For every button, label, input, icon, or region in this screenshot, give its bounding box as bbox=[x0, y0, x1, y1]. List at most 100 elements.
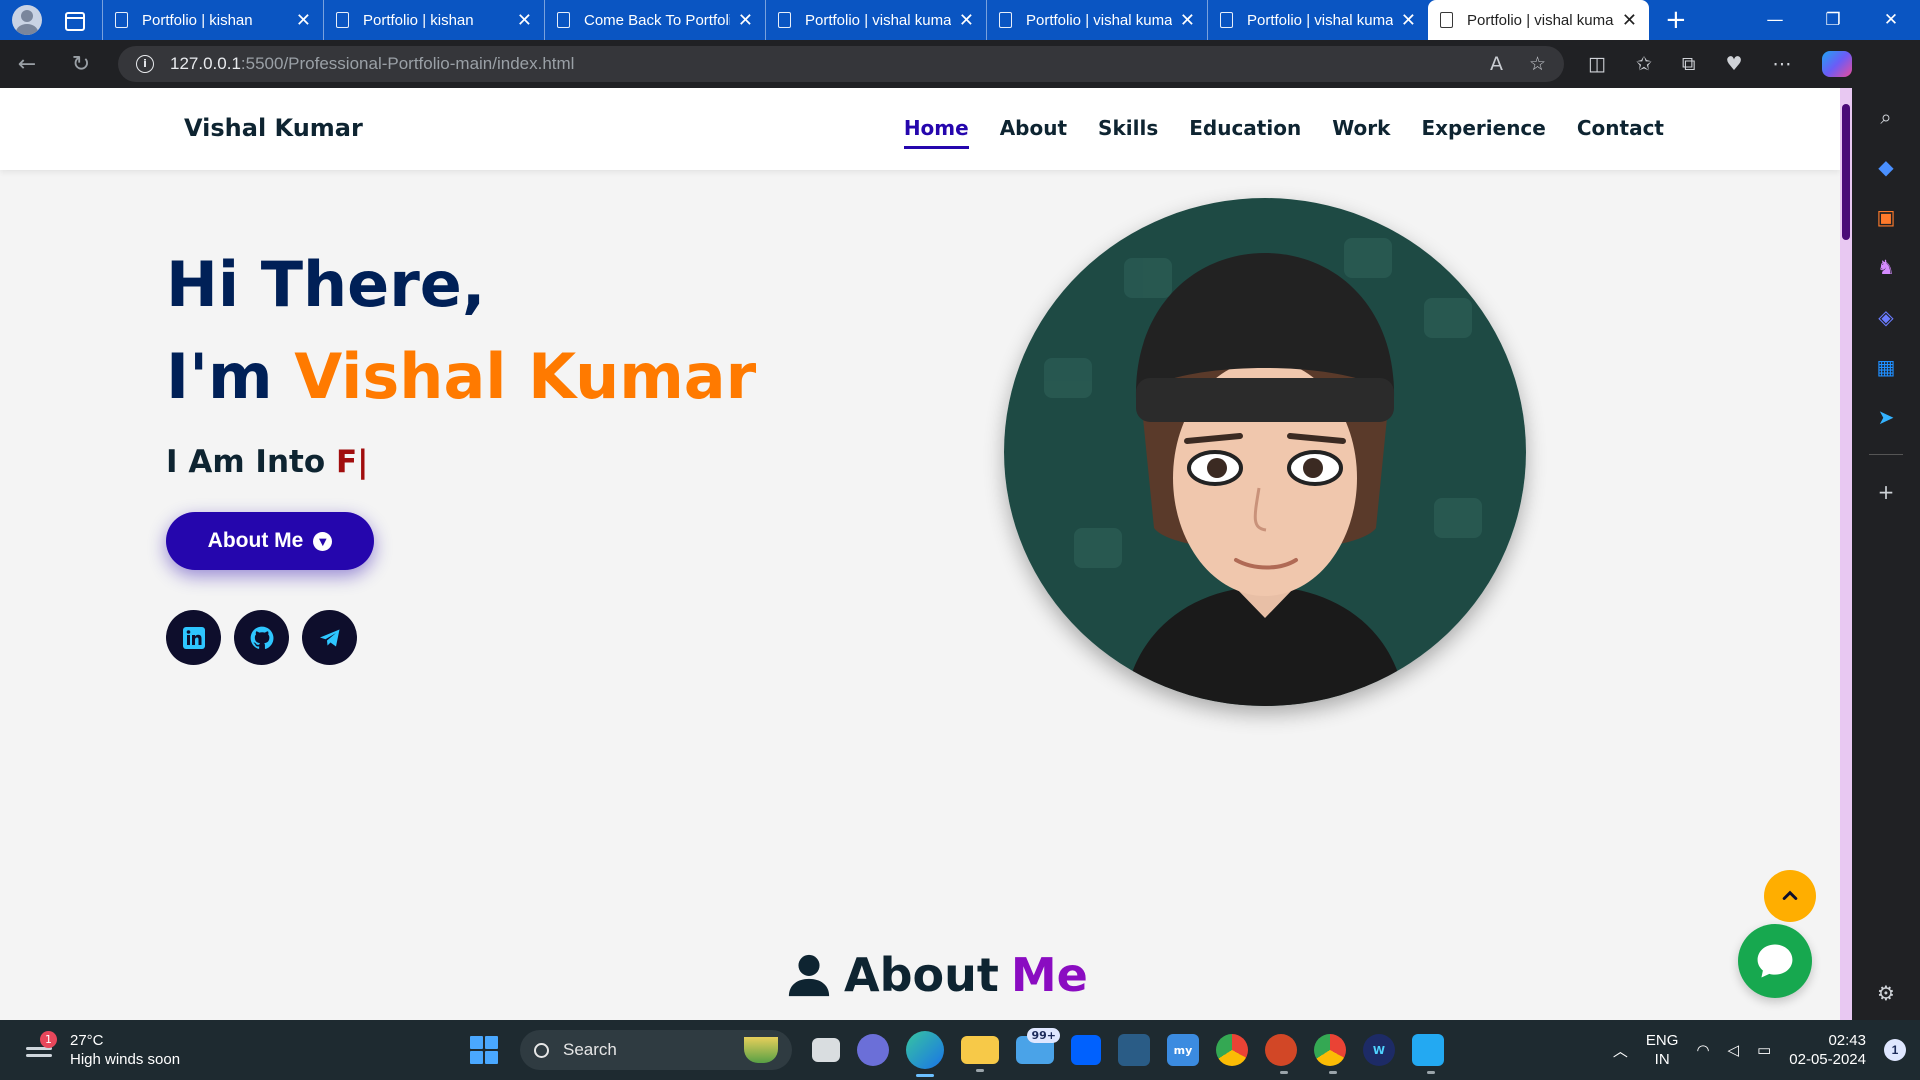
weather-badge: 1 bbox=[40, 1031, 57, 1048]
page-icon bbox=[1440, 12, 1453, 28]
settings-gear-icon[interactable]: ⚙ bbox=[1873, 980, 1899, 1006]
send-icon[interactable]: ➤ bbox=[1873, 404, 1899, 430]
outlook-icon[interactable]: ▦ bbox=[1873, 354, 1899, 380]
task-view-icon[interactable] bbox=[812, 1038, 840, 1062]
myhp-icon[interactable]: my bbox=[1167, 1034, 1199, 1066]
browser-tab[interactable]: Portfolio | kishan ✕ bbox=[102, 0, 323, 40]
copilot-icon[interactable] bbox=[1821, 51, 1852, 77]
scroll-to-top-button[interactable] bbox=[1764, 870, 1816, 922]
web-page: Vishal Kumar Home About Skills Education… bbox=[0, 88, 1840, 1020]
close-tab-icon[interactable]: ✕ bbox=[1180, 10, 1195, 31]
hero-name: Vishal Kumar bbox=[294, 340, 757, 413]
browser-tab[interactable]: Come Back To Portfolio ✕ bbox=[544, 0, 765, 40]
github-icon[interactable] bbox=[234, 610, 289, 665]
back-icon[interactable]: ← bbox=[0, 52, 54, 77]
battery-icon[interactable]: ▭ bbox=[1757, 1041, 1771, 1059]
restore-icon[interactable]: ❐ bbox=[1804, 10, 1862, 30]
notification-badge[interactable]: 1 bbox=[1884, 1039, 1906, 1061]
close-tab-icon[interactable]: ✕ bbox=[1622, 10, 1637, 31]
chat-widget-button[interactable] bbox=[1738, 924, 1812, 998]
about-me-button[interactable]: About Me ▼ bbox=[166, 512, 374, 570]
chrome-profile-icon[interactable] bbox=[1314, 1034, 1346, 1074]
language-indicator[interactable]: ENG IN bbox=[1646, 1031, 1679, 1069]
volume-icon[interactable]: ◁ bbox=[1728, 1041, 1740, 1059]
shopping-tag-icon[interactable]: ◆ bbox=[1873, 154, 1899, 180]
collections-icon[interactable]: ⧉ bbox=[1682, 53, 1696, 75]
browser-toolbar: ◫ ✩ ⧉ ♥ ⋯ bbox=[1588, 53, 1792, 75]
scrollbar-thumb[interactable] bbox=[1842, 104, 1850, 240]
browser-tab-active[interactable]: Portfolio | vishal kumar ✕ bbox=[1428, 0, 1649, 40]
close-tab-icon[interactable]: ✕ bbox=[1401, 10, 1416, 31]
webex-icon[interactable]: W bbox=[1363, 1034, 1395, 1066]
about-section-title: About Me bbox=[786, 948, 1088, 1002]
new-tab-icon[interactable]: + bbox=[1665, 5, 1687, 35]
read-aloud-icon[interactable]: A bbox=[1490, 53, 1503, 75]
dropbox-icon[interactable] bbox=[1071, 1035, 1101, 1065]
tools-icon[interactable]: ▣ bbox=[1873, 204, 1899, 230]
page-icon bbox=[557, 12, 570, 28]
vscode-icon[interactable] bbox=[1412, 1034, 1444, 1074]
tab-actions-icon[interactable] bbox=[62, 8, 86, 32]
telegram-icon[interactable] bbox=[302, 610, 357, 665]
chat-bubble-icon bbox=[1757, 944, 1793, 978]
url-field[interactable]: i 127.0.0.1:5500/Professional-Portfolio-… bbox=[118, 46, 1564, 82]
browser-tab-strip: Portfolio | kishan ✕ Portfolio | kishan ✕ … bbox=[0, 0, 1920, 40]
windows-start-icon[interactable] bbox=[470, 1036, 498, 1064]
games-icon[interactable]: ♞ bbox=[1873, 254, 1899, 280]
social-links bbox=[166, 610, 357, 665]
file-explorer-icon[interactable] bbox=[961, 1036, 999, 1072]
powerpoint-icon[interactable] bbox=[1265, 1034, 1297, 1074]
nav-contact[interactable]: Contact bbox=[1577, 116, 1664, 149]
site-brand[interactable]: Vishal Kumar bbox=[184, 114, 363, 142]
tab-title: Portfolio | vishal kumar bbox=[1247, 11, 1393, 29]
refresh-icon[interactable]: ↻ bbox=[54, 52, 108, 77]
close-tab-icon[interactable]: ✕ bbox=[517, 10, 532, 31]
search-icon[interactable]: ⌕ bbox=[1873, 104, 1899, 130]
chrome-icon[interactable] bbox=[1216, 1034, 1248, 1066]
mail-icon[interactable]: 99+ bbox=[1016, 1028, 1060, 1064]
page-icon bbox=[336, 12, 349, 28]
nav-work[interactable]: Work bbox=[1332, 116, 1390, 149]
page-scrollbar[interactable] bbox=[1840, 88, 1852, 1020]
close-tab-icon[interactable]: ✕ bbox=[959, 10, 974, 31]
sidebar-divider bbox=[1869, 454, 1903, 455]
page-icon bbox=[1220, 12, 1233, 28]
teams-chat-icon[interactable] bbox=[857, 1034, 889, 1066]
browser-essentials-icon[interactable]: ♥ bbox=[1725, 53, 1742, 75]
taskbar-apps: 99+ my W bbox=[812, 1028, 1444, 1077]
nav-skills[interactable]: Skills bbox=[1098, 116, 1158, 149]
main-nav: Home About Skills Education Work Experie… bbox=[903, 116, 1664, 149]
clock[interactable]: 02:43 02-05-2024 bbox=[1789, 1031, 1866, 1069]
browser-tab[interactable]: Portfolio | vishal kumar ✕ bbox=[765, 0, 986, 40]
minimize-icon[interactable]: — bbox=[1746, 10, 1804, 30]
close-tab-icon[interactable]: ✕ bbox=[296, 10, 311, 31]
profile-avatar-icon[interactable] bbox=[12, 5, 42, 35]
nav-experience[interactable]: Experience bbox=[1421, 116, 1545, 149]
nav-about[interactable]: About bbox=[1000, 116, 1067, 149]
add-icon[interactable]: + bbox=[1873, 479, 1899, 505]
close-window-icon[interactable]: ✕ bbox=[1862, 10, 1920, 30]
edge-icon[interactable] bbox=[906, 1031, 944, 1077]
browser-tab[interactable]: Portfolio | vishal kumar ✕ bbox=[1207, 0, 1428, 40]
arrow-down-circle-icon: ▼ bbox=[313, 531, 333, 551]
browser-tab[interactable]: Portfolio | vishal kumar ✕ bbox=[986, 0, 1207, 40]
split-screen-icon[interactable]: ◫ bbox=[1588, 53, 1606, 75]
linkedin-icon[interactable] bbox=[166, 610, 221, 665]
close-tab-icon[interactable]: ✕ bbox=[738, 10, 753, 31]
taskbar-search[interactable]: Search bbox=[520, 1030, 792, 1070]
site-info-icon[interactable]: i bbox=[136, 55, 154, 73]
snipping-tool-icon[interactable] bbox=[1118, 1034, 1150, 1066]
browser-tab[interactable]: Portfolio | kishan ✕ bbox=[323, 0, 544, 40]
weather-desc: High winds soon bbox=[70, 1051, 181, 1068]
nav-education[interactable]: Education bbox=[1189, 116, 1301, 149]
copilot-side-icon[interactable]: ◈ bbox=[1873, 304, 1899, 330]
tab-title: Come Back To Portfolio bbox=[584, 11, 730, 29]
nav-home[interactable]: Home bbox=[903, 116, 969, 149]
more-menu-icon[interactable]: ⋯ bbox=[1773, 53, 1792, 75]
favorite-star-icon[interactable]: ☆ bbox=[1529, 53, 1546, 75]
weather-widget[interactable]: 1 27°C High winds soon bbox=[24, 1031, 424, 1069]
wifi-icon[interactable]: ◠ bbox=[1696, 1041, 1709, 1059]
favorites-icon[interactable]: ✩ bbox=[1636, 53, 1652, 75]
tab-title: Portfolio | vishal kumar bbox=[1467, 11, 1614, 29]
chevron-up-icon[interactable]: ︿ bbox=[1613, 1040, 1628, 1061]
